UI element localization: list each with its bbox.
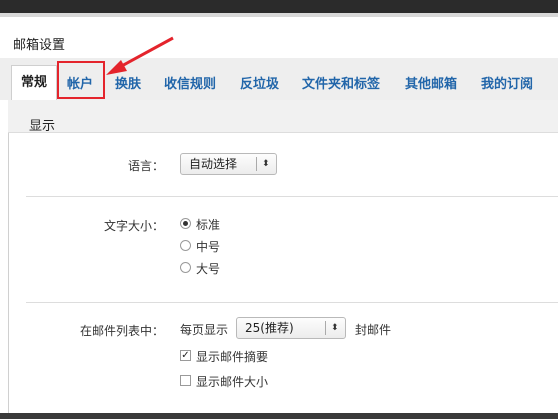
language-select[interactable]: 自动选择 ⬍ <box>180 153 277 175</box>
window-bottom-bar <box>0 413 558 419</box>
show-summary-label: 显示邮件摘要 <box>196 350 269 364</box>
font-size-medium-radio[interactable] <box>180 240 191 251</box>
updown-caret-icon: ⬍ <box>331 323 339 333</box>
watermark-logo-icon: X <box>383 356 407 391</box>
per-page-unit: 封邮件 <box>355 323 392 337</box>
font-size-large-radio[interactable] <box>180 262 191 273</box>
mail-list-label: 在邮件列表中： <box>80 324 165 338</box>
font-size-standard-label: 标准 <box>196 218 221 232</box>
font-size-medium-label: 中号 <box>196 240 221 254</box>
select-separator <box>325 321 326 335</box>
language-select-value: 自动选择 <box>189 157 238 171</box>
font-size-large-label: 大号 <box>196 262 221 276</box>
section-header <box>8 100 558 133</box>
per-page-select-value: 25(推荐) <box>245 321 294 335</box>
font-size-standard-radio[interactable] <box>180 218 191 229</box>
watermark: 自由互联 <box>416 364 504 388</box>
show-size-label: 显示邮件大小 <box>196 375 269 389</box>
updown-caret-icon: ⬍ <box>262 159 270 169</box>
per-page-label: 每页显示 <box>180 323 229 337</box>
show-size-checkbox[interactable] <box>180 375 191 386</box>
font-size-label: 文字大小： <box>104 219 165 233</box>
section-title: 显示 <box>29 119 56 134</box>
divider <box>26 196 558 197</box>
per-page-select[interactable]: 25(推荐) ⬍ <box>236 317 346 339</box>
select-separator <box>256 157 257 171</box>
language-label: 语言： <box>128 159 165 173</box>
show-summary-checkbox[interactable]: ✓ <box>180 350 191 361</box>
divider <box>26 302 558 303</box>
